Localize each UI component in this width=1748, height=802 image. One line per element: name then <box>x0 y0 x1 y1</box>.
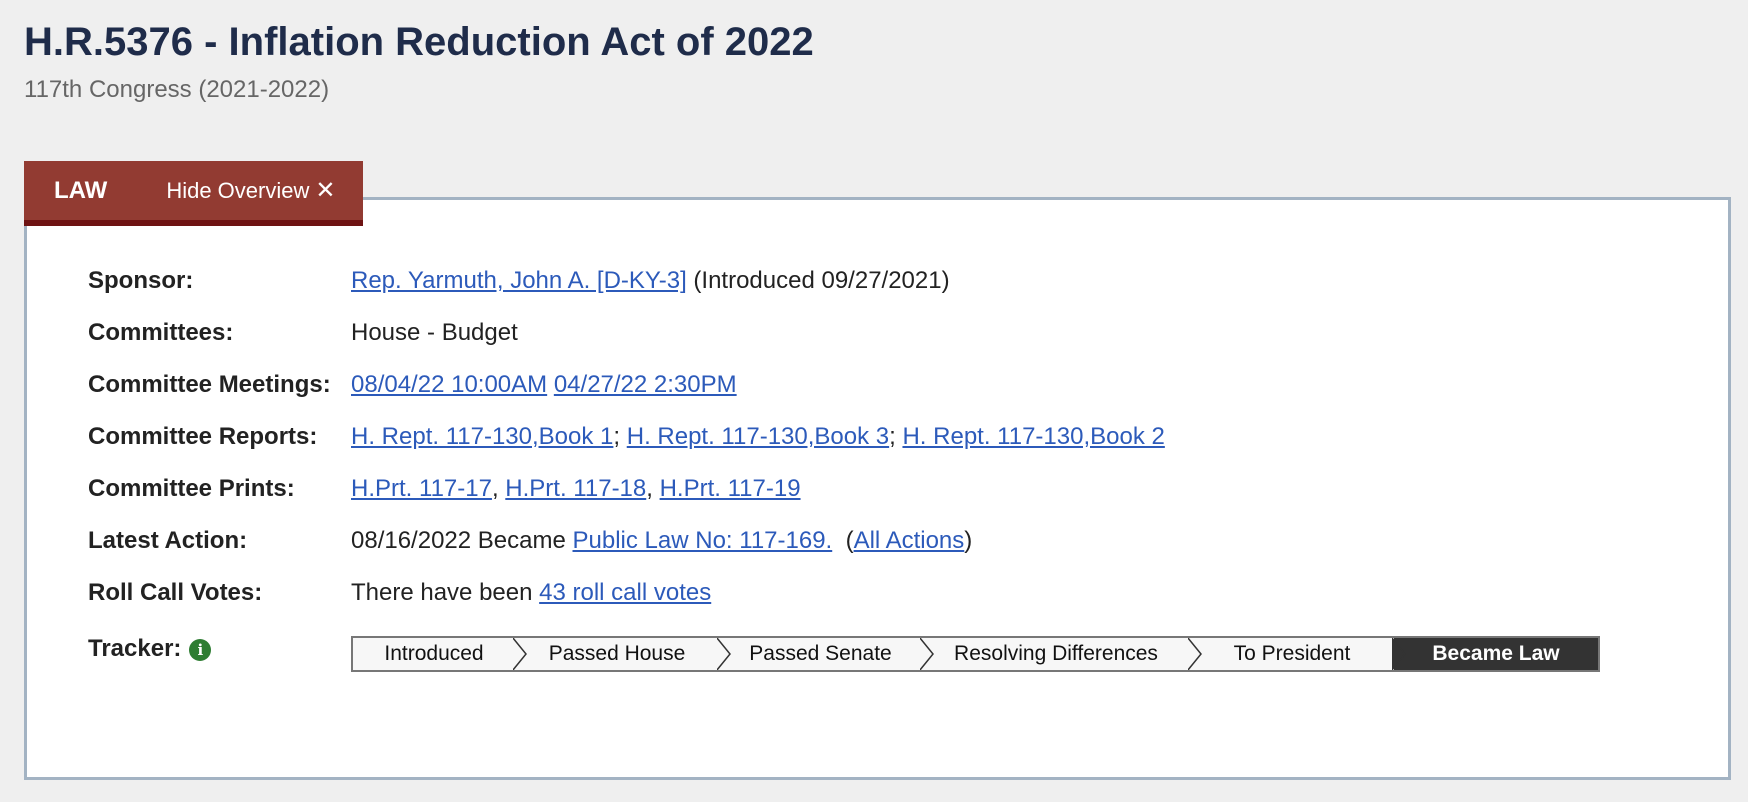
tracker-step-label: Resolving Differences <box>954 642 1158 665</box>
chevron-right-icon <box>920 638 934 670</box>
tracker-step-became-law: Became Law <box>1394 638 1598 670</box>
separator: ; <box>889 423 896 450</box>
latest-action-value: 08/16/2022 Became Public Law No: 117-169… <box>351 526 972 556</box>
latest-action-text: 08/16/2022 Became <box>351 527 566 554</box>
tracker-step-label: Passed House <box>548 642 686 665</box>
close-icon: ✕ <box>315 177 336 204</box>
all-actions-link[interactable]: All Actions <box>854 527 965 554</box>
report-link[interactable]: H. Rept. 117-130,Book 2 <box>902 423 1164 450</box>
chevron-right-icon <box>1392 638 1406 670</box>
page-title: H.R.5376 - Inflation Reduction Act of 20… <box>24 20 814 64</box>
congress-subtitle: 117th Congress (2021-2022) <box>24 76 330 103</box>
tracker-step-introduced: Introduced <box>353 638 527 670</box>
tracker-step-passed-house: Passed House <box>515 638 731 670</box>
bill-tracker: Introduced Passed House Passed Senate Re… <box>351 636 1600 672</box>
committees-value: House - Budget <box>351 319 518 346</box>
committee-reports-label: Committee Reports: <box>88 423 318 450</box>
committees-label: Committees: <box>88 319 234 346</box>
meeting-link[interactable]: 08/04/22 10:00AM <box>351 371 547 398</box>
separator: , <box>646 475 653 502</box>
hide-overview-button[interactable]: Hide Overview ✕ <box>166 176 335 205</box>
sponsor-value: Rep. Yarmuth, John A. [D-KY-3] (Introduc… <box>351 266 950 296</box>
chevron-right-icon <box>717 638 731 670</box>
meeting-link[interactable]: 04/27/22 2:30PM <box>554 371 737 398</box>
roll-call-link[interactable]: 43 roll call votes <box>539 579 711 606</box>
law-status-tab: LAW <box>54 176 108 204</box>
tracker-step-label: Introduced <box>384 642 484 665</box>
roll-call-text: There have been <box>351 579 533 606</box>
committee-prints-label: Committee Prints: <box>88 475 295 502</box>
roll-call-label: Roll Call Votes: <box>88 579 263 606</box>
separator: , <box>491 475 499 502</box>
sponsor-link[interactable]: Rep. Yarmuth, John A. [D-KY-3] <box>351 267 687 294</box>
paren-open: ( <box>845 527 854 554</box>
tracker-label-wrap: Tracker: i <box>88 634 212 664</box>
tracker-step-to-president: To President <box>1190 638 1406 670</box>
report-link[interactable]: H. Rept. 117-130,Book 3 <box>627 423 889 450</box>
report-link[interactable]: H. Rept. 117-130,Book 1 <box>351 423 613 450</box>
committee-prints-value: H.Prt. 117-17, H.Prt. 117-18, H.Prt. 117… <box>351 474 801 504</box>
overview-tab-bar: LAW Hide Overview ✕ <box>24 161 363 226</box>
latest-action-label: Latest Action: <box>88 527 248 554</box>
committee-meetings-label: Committee Meetings: <box>88 371 331 398</box>
introduced-date: (Introduced 09/27/2021) <box>693 267 950 294</box>
tracker-step-resolving-differences: Resolving Differences <box>922 638 1202 670</box>
tracker-step-passed-senate: Passed Senate <box>719 638 934 670</box>
tracker-label: Tracker: <box>88 635 182 662</box>
chevron-right-icon <box>1188 638 1202 670</box>
committee-reports-value: H. Rept. 117-130,Book 1; H. Rept. 117-13… <box>351 422 1165 452</box>
chevron-right-icon <box>513 638 527 670</box>
paren-close: ) <box>964 527 973 554</box>
info-icon[interactable]: i <box>189 638 212 661</box>
tracker-step-label: Passed Senate <box>749 642 892 665</box>
separator: ; <box>613 423 621 450</box>
committee-meetings-value: 08/04/22 10:00AM 04/27/22 2:30PM <box>351 370 737 400</box>
sponsor-label: Sponsor: <box>88 267 194 294</box>
tracker-step-label: To President <box>1233 642 1351 665</box>
print-link[interactable]: H.Prt. 117-17 <box>351 475 492 502</box>
print-link[interactable]: H.Prt. 117-19 <box>660 475 801 502</box>
roll-call-value: There have been 43 roll call votes <box>351 578 711 608</box>
print-link[interactable]: H.Prt. 117-18 <box>505 475 646 502</box>
public-law-link[interactable]: Public Law No: 117-169. <box>573 527 833 554</box>
hide-overview-label: Hide Overview <box>166 177 310 203</box>
tracker-step-label: Became Law <box>1432 642 1560 665</box>
